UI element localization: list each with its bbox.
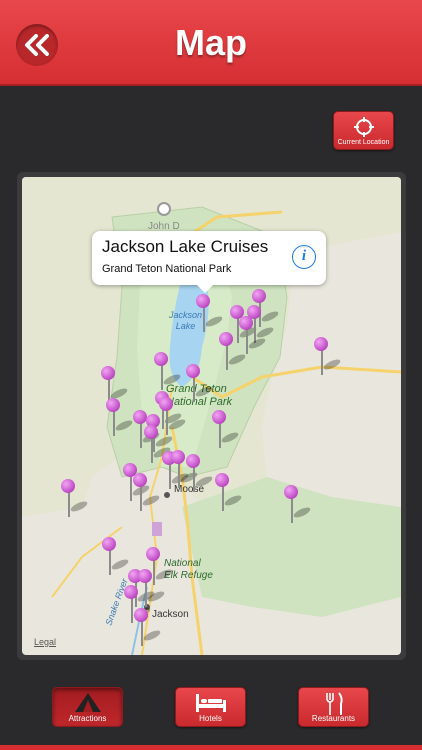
- map-pin[interactable]: [171, 450, 199, 490]
- pin-head: [146, 547, 160, 561]
- pin-head: [106, 398, 120, 412]
- map-frame: John D Jackson Lake Grand Teton National…: [17, 172, 406, 660]
- pin-head: [133, 473, 147, 487]
- pin-stick: [226, 344, 228, 370]
- tent-icon: [74, 693, 101, 712]
- pin-head: [196, 294, 210, 308]
- pin-stick: [109, 549, 111, 575]
- tab-attractions-label: Attractions: [68, 714, 107, 723]
- pin-stick: [222, 485, 224, 511]
- pin-head: [215, 473, 229, 487]
- map-pin[interactable]: [154, 352, 182, 392]
- pin-head: [138, 569, 152, 583]
- pin-stick: [193, 376, 195, 402]
- tab-restaurants-label: Restaurants: [311, 714, 356, 723]
- pin-head: [124, 585, 138, 599]
- tab-hotels[interactable]: Hotels: [175, 687, 246, 727]
- legal-link[interactable]: Legal: [34, 637, 56, 647]
- map-pin[interactable]: [212, 410, 240, 450]
- callout-title: Jackson Lake Cruises: [102, 237, 269, 256]
- pin-head: [186, 364, 200, 378]
- pin-head: [144, 425, 158, 439]
- pin-stick: [193, 466, 195, 492]
- pin-head: [239, 316, 253, 330]
- map-pin[interactable]: [284, 485, 312, 525]
- pin-head: [102, 537, 116, 551]
- current-location-label: Current Location: [337, 139, 390, 146]
- map-pin[interactable]: [186, 454, 214, 494]
- pin-head: [171, 450, 185, 464]
- pin-stick: [166, 409, 168, 435]
- map-pin[interactable]: [61, 479, 89, 519]
- fork-knife-icon: [325, 692, 343, 715]
- map-pin[interactable]: [106, 398, 134, 438]
- map-pin[interactable]: [186, 364, 214, 404]
- map-pin[interactable]: [133, 473, 161, 513]
- tab-bar: Attractions Hotels Restaurants: [0, 678, 422, 750]
- pin-head: [219, 332, 233, 346]
- map-pin[interactable]: [138, 569, 166, 609]
- page-title: Map: [175, 22, 247, 63]
- label-elk-line1: National: [164, 558, 201, 569]
- pin-stick: [113, 410, 115, 436]
- crosshair-icon: [354, 117, 374, 137]
- map-pin[interactable]: [102, 537, 130, 577]
- tab-hotels-label: Hotels: [199, 714, 222, 723]
- pin-stick: [291, 497, 293, 523]
- map-view[interactable]: John D Jackson Lake Grand Teton National…: [22, 177, 401, 655]
- pin-stick: [321, 349, 323, 375]
- pin-head: [133, 410, 147, 424]
- bed-icon: [195, 694, 226, 712]
- info-icon[interactable]: i: [292, 245, 316, 269]
- pin-stick: [145, 581, 147, 607]
- pin-stick: [203, 306, 205, 332]
- map-pin[interactable]: [219, 332, 247, 372]
- location-callout[interactable]: Jackson Lake Cruises Grand Teton Nationa…: [92, 231, 326, 293]
- pin-stick: [68, 491, 70, 517]
- bottom-strip: [0, 745, 422, 750]
- pin-stick: [131, 597, 133, 623]
- pin-head: [212, 410, 226, 424]
- current-location-button[interactable]: Current Location: [333, 111, 394, 150]
- map-pin[interactable]: [215, 473, 243, 513]
- pin-stick: [246, 328, 248, 354]
- map-pin[interactable]: [144, 425, 172, 465]
- pin-head: [252, 289, 266, 303]
- pin-stick: [141, 620, 143, 646]
- pin-head: [154, 352, 168, 366]
- pin-head: [314, 337, 328, 351]
- pin-stick: [151, 437, 153, 463]
- tab-attractions[interactable]: Attractions: [52, 687, 123, 727]
- pin-stick: [130, 475, 132, 501]
- tab-restaurants[interactable]: Restaurants: [298, 687, 369, 727]
- pin-stick: [219, 422, 221, 448]
- header-bar: Map: [0, 0, 422, 86]
- label-jackson: Jackson: [152, 609, 189, 620]
- map-pin[interactable]: [196, 294, 224, 334]
- pin-head: [284, 485, 298, 499]
- pin-stick: [178, 462, 180, 488]
- map-pin[interactable]: [314, 337, 342, 377]
- pin-stick: [140, 485, 142, 511]
- pin-head: [159, 397, 173, 411]
- map-pin[interactable]: [134, 608, 162, 648]
- map-pin[interactable]: [239, 316, 267, 356]
- callout-subtitle: Grand Teton National Park: [102, 263, 232, 275]
- pin-stick: [140, 422, 142, 448]
- pin-head: [134, 608, 148, 622]
- pin-head: [101, 366, 115, 380]
- pin-stick: [161, 364, 163, 390]
- pin-head: [61, 479, 75, 493]
- pin-head: [186, 454, 200, 468]
